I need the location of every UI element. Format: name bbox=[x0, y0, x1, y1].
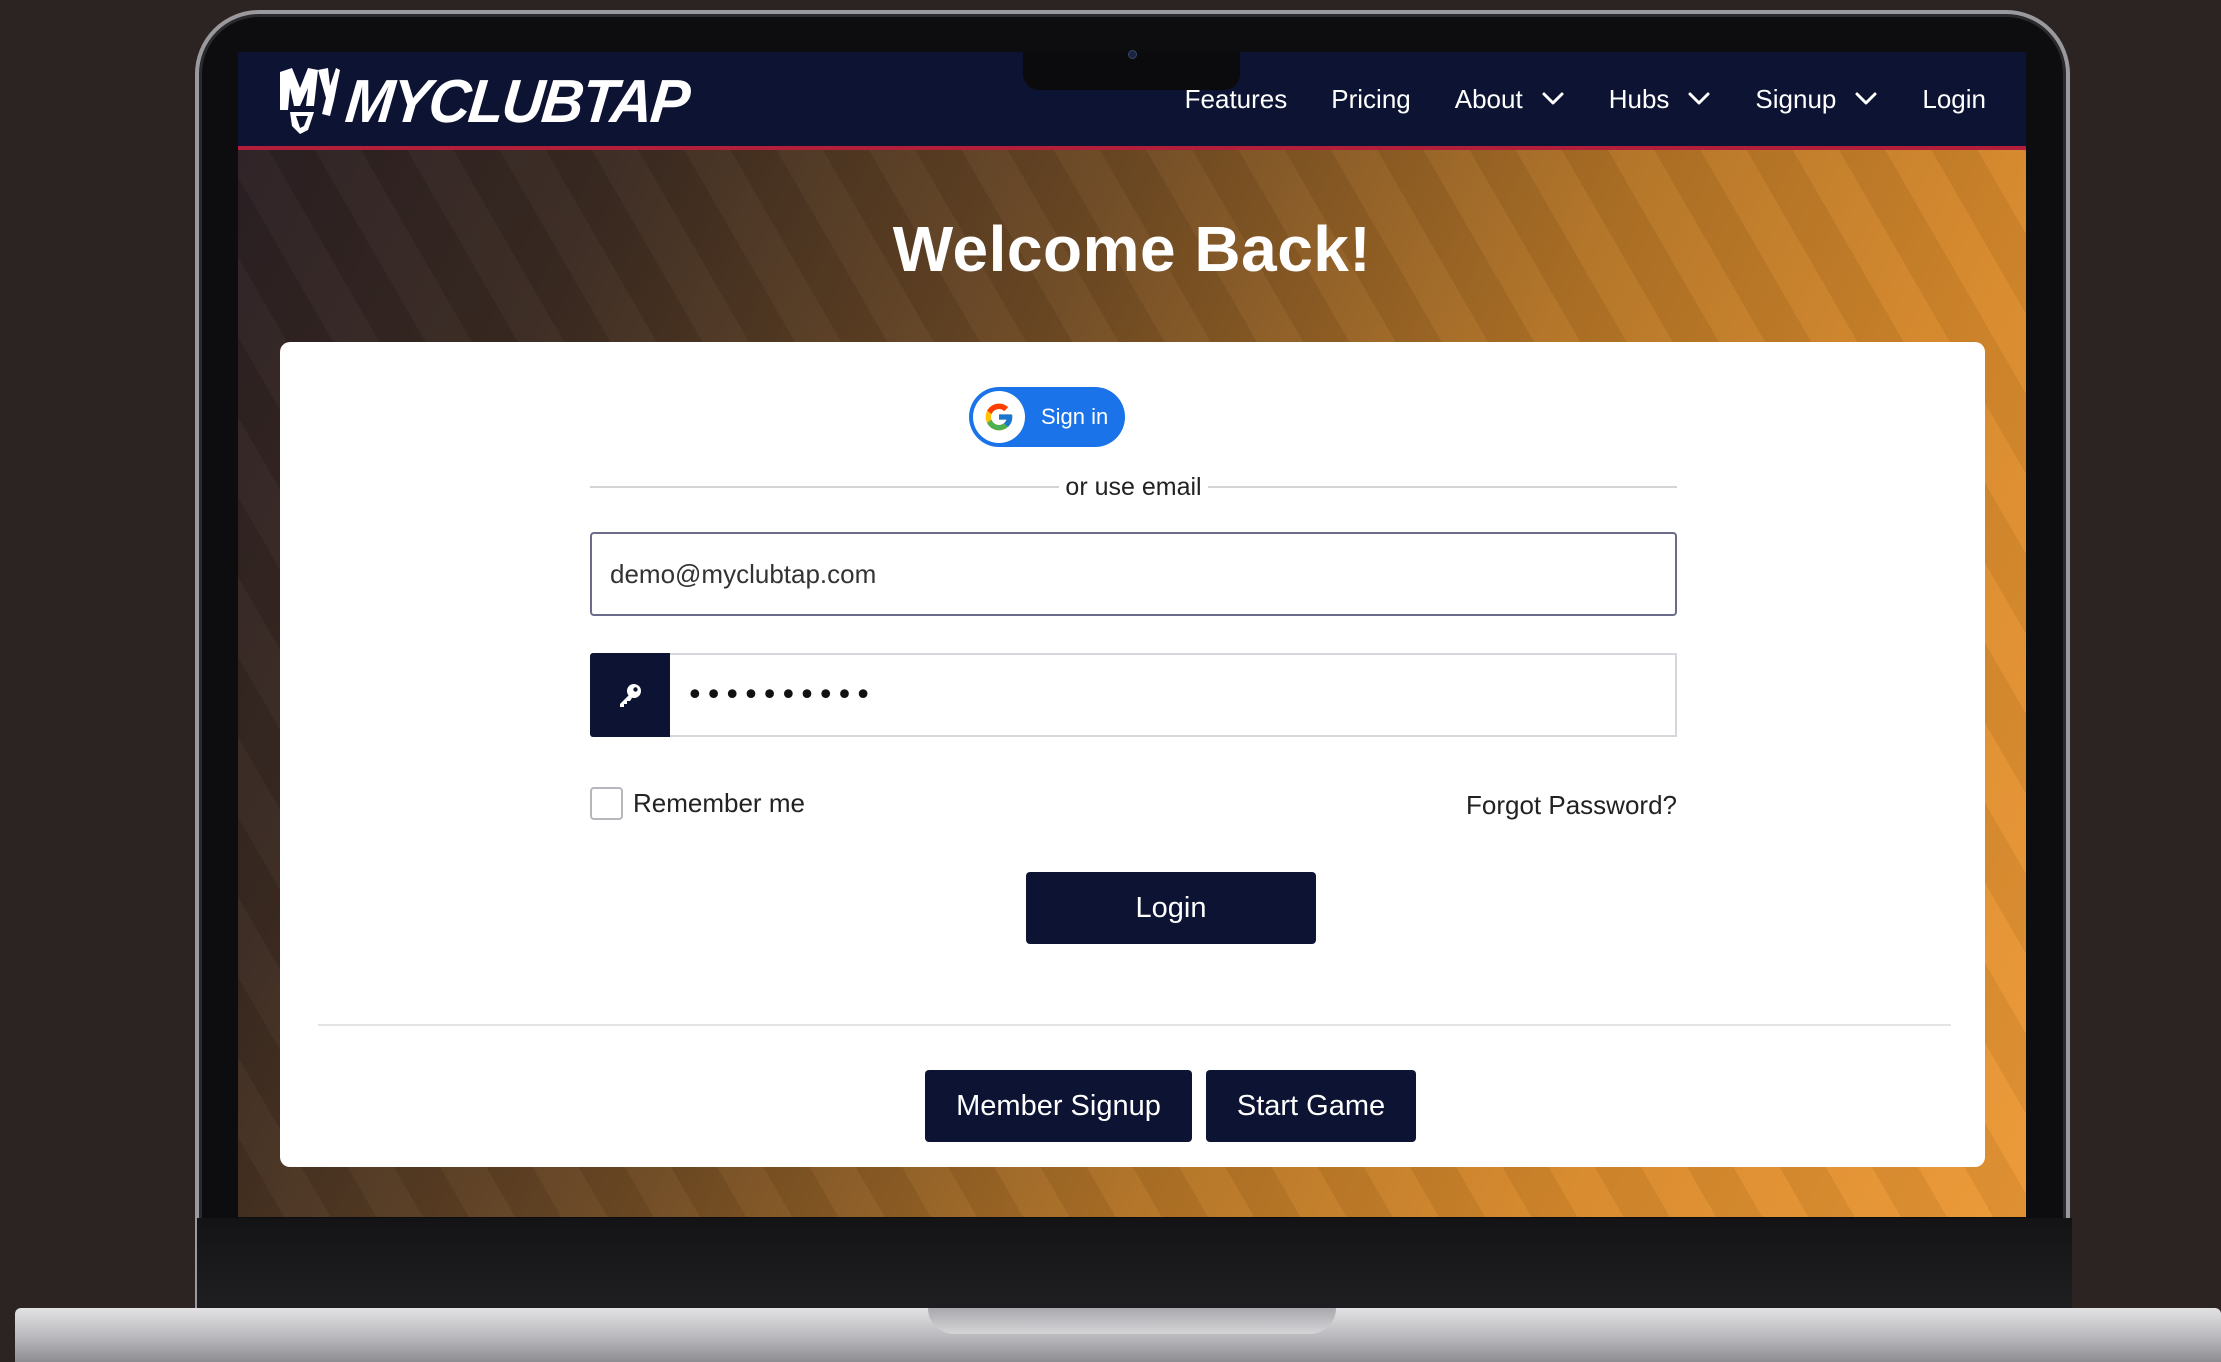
page-title: Welcome Back! bbox=[892, 213, 1372, 285]
chevron-down-icon bbox=[1688, 92, 1710, 105]
myclubtap-logo-icon bbox=[280, 68, 340, 134]
nav-about[interactable]: About bbox=[1455, 84, 1565, 115]
nav-signup[interactable]: Signup bbox=[1755, 84, 1878, 115]
password-field[interactable] bbox=[670, 653, 1677, 737]
key-icon bbox=[620, 684, 641, 707]
google-icon-wrap bbox=[973, 391, 1025, 443]
forgot-password-link[interactable]: Forgot Password? bbox=[1466, 790, 1677, 821]
nav-links: Features Pricing About Hubs Signup Login bbox=[1141, 52, 1986, 146]
start-game-button[interactable]: Start Game bbox=[1206, 1070, 1416, 1142]
nav-hubs[interactable]: Hubs bbox=[1609, 84, 1712, 115]
chevron-down-icon bbox=[1542, 92, 1564, 105]
google-icon bbox=[985, 403, 1013, 431]
logo[interactable]: MYCLUBTAP bbox=[278, 66, 692, 136]
google-signin-label: Sign in bbox=[1041, 404, 1109, 429]
card-divider bbox=[318, 1024, 1951, 1026]
email-field[interactable] bbox=[590, 532, 1677, 616]
nav-pricing-label: Pricing bbox=[1331, 83, 1411, 114]
nav-about-label: About bbox=[1454, 83, 1523, 114]
nav-signup-label: Signup bbox=[1755, 83, 1837, 114]
nav-hubs-label: Hubs bbox=[1608, 83, 1670, 114]
divider-line-right bbox=[1207, 486, 1678, 488]
member-signup-button[interactable]: Member Signup bbox=[925, 1070, 1192, 1142]
remember-me[interactable]: Remember me bbox=[590, 787, 805, 820]
login-button[interactable]: Login bbox=[1026, 872, 1316, 944]
logo-text: MYCLUBTAP bbox=[342, 66, 692, 136]
remember-checkbox[interactable] bbox=[590, 787, 623, 820]
password-row bbox=[590, 653, 1677, 737]
chevron-down-icon bbox=[1855, 92, 1877, 105]
divider-line-left bbox=[590, 486, 1060, 488]
screen: MYCLUBTAP Features Pricing About Hubs Si… bbox=[238, 52, 2026, 1217]
nav-login[interactable]: Login bbox=[1922, 84, 1986, 115]
laptop-base-groove bbox=[928, 1308, 1336, 1334]
email-divider: or use email bbox=[590, 472, 1678, 502]
nav-pricing[interactable]: Pricing bbox=[1331, 84, 1410, 115]
nav-login-label: Login bbox=[1922, 83, 1986, 114]
remember-label: Remember me bbox=[633, 788, 805, 818]
divider-text: or use email bbox=[1065, 472, 1202, 501]
laptop-bezel-bottom bbox=[197, 1218, 2072, 1310]
key-icon-box bbox=[590, 653, 670, 737]
login-card: Sign in or use email Remember me Forgot … bbox=[280, 342, 1985, 1167]
camera-icon bbox=[1128, 50, 1137, 59]
google-signin-button[interactable]: Sign in bbox=[969, 387, 1125, 447]
